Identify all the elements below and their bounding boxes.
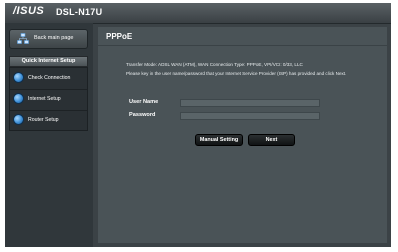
manual-setting-button[interactable]: Manual Setting	[195, 134, 243, 146]
setup-menu: Check Connection Internet Setup Router S…	[9, 67, 88, 131]
quick-setup-title: Quick Internet Setup	[9, 56, 88, 67]
menu-item-label: Internet Setup	[28, 96, 61, 102]
step-circle-icon	[13, 114, 24, 125]
menu-item-router-setup[interactable]: Router Setup	[10, 110, 87, 131]
page-title: PPPoE	[106, 32, 133, 41]
menu-item-internet-setup[interactable]: Internet Setup	[10, 89, 87, 111]
step-circle-icon	[13, 72, 24, 83]
content-panel: PPPoE Transfer Mode: ADSL WAN (ATM), WAN…	[98, 27, 387, 243]
back-main-page-label: Back main page	[34, 35, 74, 41]
brand-logo: /ISUS	[13, 5, 45, 17]
menu-item-label: Router Setup	[28, 117, 59, 123]
router-window: /ISUS DSL-N17U Back main page Quick Inte…	[5, 3, 391, 247]
back-main-page-button[interactable]: Back main page	[9, 29, 88, 49]
model-name: DSL-N17U	[56, 7, 103, 17]
username-label: User Name	[129, 99, 159, 105]
top-bar: /ISUS DSL-N17U	[5, 3, 391, 24]
content-header: PPPoE	[98, 27, 387, 46]
home-network-icon	[17, 33, 29, 44]
sidebar: Back main page Quick Internet Setup Chec…	[5, 23, 93, 247]
menu-item-check-connection[interactable]: Check Connection	[10, 68, 87, 90]
password-input[interactable]	[180, 112, 320, 120]
transfer-mode-text: Transfer Mode: ADSL WAN (ATM), WAN Conne…	[126, 62, 303, 67]
instruction-text: Please key in the user name/password tha…	[126, 71, 347, 76]
next-button[interactable]: Next	[248, 134, 295, 146]
menu-item-label: Check Connection	[28, 75, 71, 81]
password-label: Password	[129, 112, 156, 118]
step-circle-icon	[13, 93, 24, 104]
username-input[interactable]	[180, 99, 320, 107]
